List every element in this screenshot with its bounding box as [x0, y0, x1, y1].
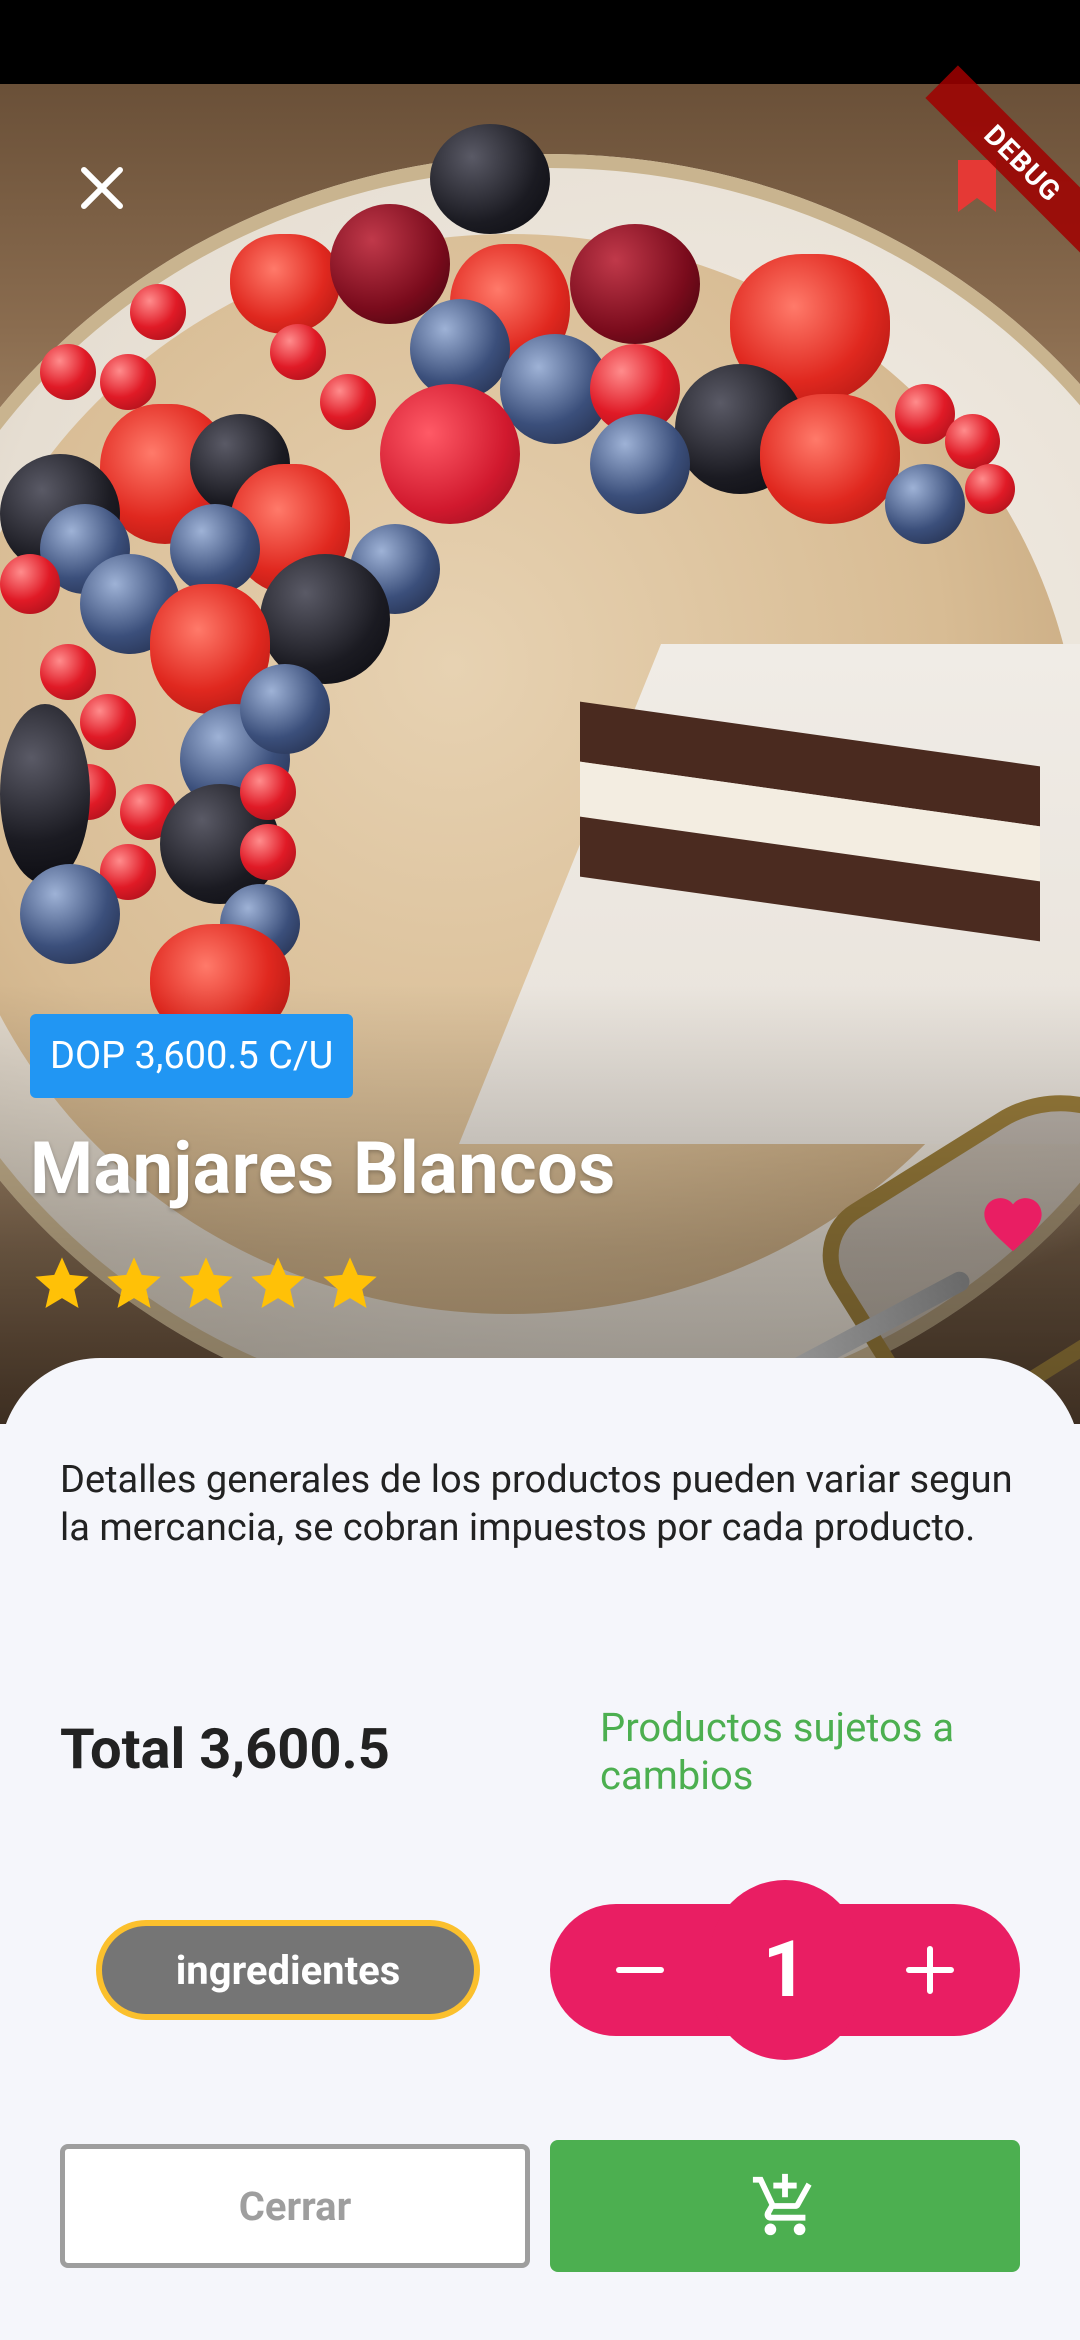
decrease-quantity-button[interactable] [590, 1920, 690, 2020]
berry [130, 284, 186, 340]
berry [430, 124, 550, 234]
star-icon [35, 1257, 89, 1308]
bookmark-icon [958, 160, 996, 212]
berry [170, 504, 260, 594]
plus-icon [906, 1946, 954, 1994]
berry [40, 344, 96, 400]
berry [80, 694, 136, 750]
add-shopping-cart-icon [752, 2173, 812, 2236]
heart-icon [984, 1198, 1042, 1252]
berry [945, 414, 1000, 469]
star-icon [107, 1257, 161, 1308]
status-bar [0, 0, 1080, 84]
berry [230, 234, 340, 334]
berry [885, 464, 965, 544]
star-icon [251, 1257, 305, 1308]
berry [570, 224, 700, 344]
berry [240, 764, 296, 820]
star-icon [179, 1257, 233, 1308]
close-icon [81, 167, 123, 209]
close-button[interactable] [72, 158, 132, 218]
berry [590, 414, 690, 514]
berry [20, 864, 120, 964]
product-image [0, 84, 1080, 1424]
price-change-note: Productos sujetos a cambios [600, 1704, 955, 1799]
berry [320, 374, 376, 430]
berry [40, 644, 96, 700]
increase-quantity-button[interactable] [880, 1920, 980, 2020]
ingredients-button[interactable]: ingredientes [96, 1920, 480, 2020]
quantity-value: 1 [762, 1924, 808, 2016]
price-badge: DOP 3,600.5 C/U [30, 1014, 354, 1098]
berry [100, 354, 156, 410]
product-title: Manjares Blancos [30, 1126, 616, 1211]
add-to-cart-button[interactable] [550, 2140, 1020, 2272]
berry [760, 394, 900, 524]
berry [240, 824, 296, 880]
berry [0, 554, 60, 614]
favorite-button[interactable] [980, 1194, 1046, 1254]
minus-icon [616, 1967, 664, 1973]
berry [270, 324, 326, 380]
berry [240, 664, 330, 754]
rating-stars [30, 1252, 382, 1316]
berry [380, 384, 520, 524]
product-description: Detalles generales de los productos pued… [60, 1458, 1013, 1550]
bookmark-button[interactable] [956, 160, 998, 212]
berry [965, 464, 1015, 514]
close-button-bottom[interactable]: Cerrar [60, 2144, 530, 2268]
total-price: Total 3,600.5 [60, 1716, 390, 1782]
star-icon [323, 1257, 377, 1308]
berry [0, 704, 90, 884]
